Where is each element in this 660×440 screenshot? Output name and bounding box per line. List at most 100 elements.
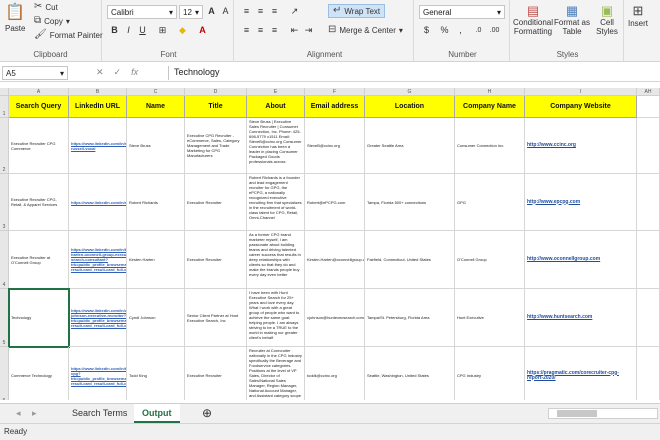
align-center-icon[interactable]: ≡ xyxy=(254,24,267,37)
header-about[interactable]: About xyxy=(247,96,305,118)
column-header-b[interactable]: B xyxy=(69,88,127,96)
increase-indent-icon[interactable]: ⇥ xyxy=(302,24,315,37)
table-cell[interactable]: Technology xyxy=(8,288,70,348)
table-cell[interactable]: Kirsten.Harten@oconnellgroup.com xyxy=(305,231,365,289)
paste-button[interactable]: 📋 Paste xyxy=(5,4,25,33)
table-cell[interactable]: https://www.linkedin.com/in/cyndi-johnso… xyxy=(69,289,127,347)
table-cell[interactable]: Kirsten Harten xyxy=(127,231,185,289)
table-cell[interactable]: https://www.linkedin.com/in/steve-russel… xyxy=(69,118,127,174)
conditional-formatting-button[interactable]: ▤ Conditional Formatting xyxy=(513,4,553,36)
row-header[interactable]: 4 xyxy=(0,231,9,289)
column-header-i[interactable]: I xyxy=(525,88,637,96)
table-cell[interactable]: toddk@ccinc.org xyxy=(305,347,365,400)
table-cell[interactable]: Steve Bruss | Executive Sales Recruiter … xyxy=(247,118,305,174)
table-cell[interactable]: CPG Industry xyxy=(455,347,525,400)
header-email[interactable]: Email address xyxy=(305,96,365,118)
empty-cell[interactable] xyxy=(637,231,660,289)
empty-cell[interactable] xyxy=(637,96,660,118)
empty-cell[interactable] xyxy=(637,118,660,174)
header-name[interactable]: Name xyxy=(127,96,185,118)
enter-icon[interactable]: ✓ xyxy=(114,67,122,78)
column-header-f[interactable]: F xyxy=(305,88,365,96)
format-painter-button[interactable]: 🖌 Format Painter xyxy=(34,30,103,40)
table-cell[interactable]: Hunt Executive xyxy=(455,289,525,347)
decrease-decimal-icon[interactable]: .00 xyxy=(488,24,501,37)
table-cell[interactable]: Recruiter at Corecruiter nationally in t… xyxy=(247,347,305,400)
font-size-select[interactable]: 12 ▾ xyxy=(179,5,203,19)
table-cell[interactable]: Seattle, Washington, United States xyxy=(365,347,455,400)
table-cell[interactable]: GPG xyxy=(455,174,525,231)
tab-output[interactable]: Output xyxy=(134,404,180,423)
orientation-icon[interactable]: ↗ xyxy=(288,5,301,18)
header-company-website[interactable]: Company Website xyxy=(525,96,637,118)
table-cell[interactable]: https://www.linkedin.com/in/robertrichar… xyxy=(69,174,127,231)
table-cell[interactable]: O'Connell Group xyxy=(455,231,525,289)
column-header-c[interactable]: C xyxy=(127,88,185,96)
format-as-table-button[interactable]: ▦ Format as Table xyxy=(554,4,590,36)
underline-button[interactable]: U xyxy=(136,24,149,37)
fill-color-icon[interactable]: ◆ xyxy=(176,24,189,37)
select-all-corner[interactable] xyxy=(0,88,9,96)
grow-font-button[interactable]: A xyxy=(205,5,218,18)
scroll-right-icon[interactable]: ▸ xyxy=(24,404,45,423)
number-format-select[interactable]: General ▾ xyxy=(419,5,505,19)
comma-button[interactable]: , xyxy=(454,24,467,37)
table-cell[interactable]: Tampa, Florida 500+ connections xyxy=(365,174,455,231)
decrease-indent-icon[interactable]: ⇤ xyxy=(288,24,301,37)
font-color-icon[interactable]: A xyxy=(196,24,209,37)
table-cell[interactable]: As a former CPG brand marketer myself, I… xyxy=(247,231,305,289)
empty-cell[interactable] xyxy=(637,289,660,347)
table-cell[interactable]: https://www.linkedin.com/in/todd-king-cp… xyxy=(69,347,127,400)
table-cell[interactable]: Tampa/St. Petersburg, Florida Area xyxy=(365,289,455,347)
table-cell[interactable]: http://www.oconnellgroup.com xyxy=(525,231,637,289)
font-name-select[interactable]: Calibri ▾ xyxy=(107,5,177,19)
percent-button[interactable]: % xyxy=(438,24,451,37)
table-cell[interactable]: http://www.ccinc.org xyxy=(525,118,637,174)
header-search-query[interactable]: Search Query xyxy=(9,96,69,118)
header-linkedin-url[interactable]: LinkedIn URL xyxy=(69,96,127,118)
horizontal-scrollbar[interactable] xyxy=(548,408,658,419)
increase-decimal-icon[interactable]: .0 xyxy=(472,24,485,37)
table-cell[interactable]: https://www.linkedin.com/in/kirsten-hart… xyxy=(69,231,127,289)
header-title[interactable]: Title xyxy=(185,96,247,118)
empty-cell[interactable] xyxy=(637,174,660,231)
currency-button[interactable]: $ xyxy=(420,24,433,37)
insert-button[interactable]: ⊞ Insert xyxy=(628,4,648,28)
fx-icon[interactable]: fx xyxy=(131,67,138,78)
borders-icon[interactable]: ⊞ xyxy=(156,24,169,37)
copy-button[interactable]: ⧉ Copy ▾ xyxy=(34,16,70,26)
column-header-h[interactable]: H xyxy=(455,88,525,96)
table-cell[interactable]: Cyndi Johnson xyxy=(127,289,185,347)
name-box[interactable]: A5 ▾ xyxy=(2,66,68,80)
table-cell[interactable]: Executive Recruiter xyxy=(185,347,247,400)
merge-center-button[interactable]: ⊟ Merge & Center ▾ xyxy=(328,25,403,35)
row-header[interactable]: 3 xyxy=(0,174,9,231)
table-cell[interactable]: Greater Seattle Area xyxy=(365,118,455,174)
table-cell[interactable]: Robert@ePCPG.com xyxy=(305,174,365,231)
wrap-text-button[interactable]: ↵ Wrap Text xyxy=(328,4,386,18)
row-header[interactable]: 1 xyxy=(0,96,9,118)
row-header[interactable]: 6 xyxy=(0,347,9,400)
table-cell[interactable]: Steve Bruss xyxy=(127,118,185,174)
align-middle-icon[interactable]: ≡ xyxy=(254,5,267,18)
table-cell[interactable]: Executive Recruiter CPG, Retail, & Appar… xyxy=(9,174,69,231)
align-bottom-icon[interactable]: ≡ xyxy=(268,5,281,18)
table-cell[interactable]: Executive CPG Recruiter - eCommerce, Sal… xyxy=(185,118,247,174)
table-cell[interactable]: I have been with Hunt Executive Search f… xyxy=(247,289,305,347)
header-location[interactable]: Location xyxy=(365,96,455,118)
bold-button[interactable]: B xyxy=(108,24,121,37)
italic-button[interactable]: I xyxy=(122,24,135,37)
table-cell[interactable]: http://www.epcpg.com xyxy=(525,174,637,231)
cell-styles-button[interactable]: ▣ Cell Styles xyxy=(592,4,622,36)
table-cell[interactable]: Executive Recruiter xyxy=(185,174,247,231)
table-cell[interactable]: Robert Richards is a founder and lead en… xyxy=(247,174,305,231)
add-sheet-icon[interactable]: ⊕ xyxy=(194,404,220,423)
row-header[interactable]: 5 xyxy=(0,289,9,347)
table-cell[interactable]: SteveB@ccinc.org xyxy=(305,118,365,174)
column-header-ah[interactable]: AH xyxy=(637,88,660,96)
column-header-e[interactable]: E xyxy=(247,88,305,96)
column-header-a[interactable]: A xyxy=(9,88,69,96)
row-header[interactable]: 2 xyxy=(0,118,9,174)
column-header-g[interactable]: G xyxy=(365,88,455,96)
formula-input[interactable]: Technology xyxy=(168,66,658,80)
